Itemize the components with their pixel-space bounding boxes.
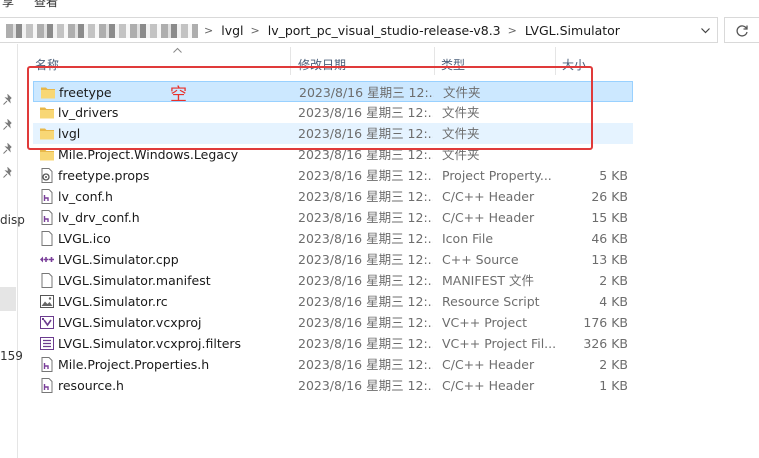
file-type: Icon File [442, 231, 494, 246]
file-size: 5 KB [599, 168, 628, 183]
breadcrumb: > lvgl > lv_port_pc_visual_studio-releas… [200, 23, 623, 38]
ico-file-icon [41, 231, 53, 246]
file-type: C/C++ Header [442, 357, 535, 372]
blurred-path-segment [6, 24, 198, 38]
file-date: 2023/8/16 星期三 12:... [298, 231, 433, 246]
file-date: 2023/8/16 星期三 12:... [298, 273, 433, 288]
file-name: LVGL.ico [58, 231, 111, 246]
navigation-pane: disp 159 [0, 44, 25, 458]
cpp-file-icon [40, 256, 54, 263]
file-date: 2023/8/16 星期三 12:... [298, 252, 433, 267]
sort-ascending-icon [173, 47, 182, 53]
file-row-lvgl-simulator-manifest[interactable]: LVGL.Simulator.manifest 2023/8/16 星期三 12… [33, 270, 633, 291]
file-type: C/C++ Header [442, 189, 535, 204]
file-name: lv_conf.h [58, 189, 113, 204]
file-type: C/C++ Header [442, 210, 535, 225]
file-type: Resource Script [442, 294, 540, 309]
file-name: LVGL.Simulator.manifest [58, 273, 211, 288]
vcxproj-file-icon [40, 316, 54, 329]
nav-item-selected[interactable] [0, 287, 16, 311]
file-size: 4 KB [599, 294, 628, 309]
file-date: 2023/8/16 星期三 12:... [298, 378, 433, 393]
address-bar[interactable]: > lvgl > lv_port_pc_visual_studio-releas… [0, 17, 718, 43]
file-name: freetype.props [58, 168, 150, 183]
nav-item-fragment[interactable]: disp [0, 213, 25, 227]
file-size: 176 KB [583, 315, 628, 330]
pin-icon[interactable] [2, 119, 14, 131]
header-file-icon [41, 378, 53, 393]
file-date: 2023/8/16 星期三 12:... [298, 315, 433, 330]
address-history-button[interactable] [696, 22, 714, 39]
breadcrumb-separator-icon[interactable]: > [200, 24, 218, 37]
file-row-lvgl-ico[interactable]: LVGL.ico 2023/8/16 星期三 12:... Icon File … [33, 228, 633, 249]
file-size: 26 KB [591, 189, 628, 204]
file-name: lv_drv_conf.h [58, 210, 140, 225]
annotation-label: 空 [170, 85, 187, 105]
file-date: 2023/8/16 星期三 12:... [298, 189, 433, 204]
pin-icon[interactable] [2, 143, 14, 155]
breadcrumb-release-folder[interactable]: lv_port_pc_visual_studio-release-v8.3 [265, 23, 504, 38]
breadcrumb-lvgl[interactable]: lvgl [218, 23, 246, 38]
refresh-icon [736, 25, 748, 37]
file-type: C/C++ Header [442, 378, 535, 393]
file-size: 13 KB [591, 252, 628, 267]
breadcrumb-separator-icon[interactable]: > [247, 24, 265, 37]
ribbon-fragment-view[interactable]: 查看 [34, 0, 58, 8]
file-name: LVGL.Simulator.vcxproj.filters [58, 336, 242, 351]
file-type: MANIFEST 文件 [442, 273, 535, 288]
header-file-icon [41, 189, 53, 204]
file-size: 326 KB [583, 336, 628, 351]
file-name: resource.h [58, 378, 124, 393]
file-row-freetype-props[interactable]: freetype.props 2023/8/16 星期三 12:... Proj… [33, 165, 633, 186]
file-name: LVGL.Simulator.rc [58, 294, 168, 309]
file-name: Mile.Project.Properties.h [58, 357, 210, 372]
file-type: VC++ Project Fil... [442, 336, 557, 351]
file-row-lvgl-simulator-rc[interactable]: LVGL.Simulator.rc 2023/8/16 星期三 12:... R… [33, 291, 633, 312]
file-row-mile-project-properties-h[interactable]: Mile.Project.Properties.h 2023/8/16 星期三 … [33, 354, 633, 375]
file-size: 15 KB [591, 210, 628, 225]
file-row-lv-drv-conf-h[interactable]: lv_drv_conf.h 2023/8/16 星期三 12:... C/C++… [33, 207, 633, 228]
file-size: 1 KB [599, 378, 628, 393]
breadcrumb-separator-icon[interactable]: > [504, 24, 522, 37]
refresh-button[interactable] [724, 17, 759, 43]
file-date: 2023/8/16 星期三 12:... [298, 210, 433, 225]
file-row-lvgl-simulator-cpp[interactable]: LVGL.Simulator.cpp 2023/8/16 星期三 12:... … [33, 249, 633, 270]
filters-file-icon [40, 337, 54, 350]
props-file-icon [41, 168, 53, 183]
file-size: 46 KB [591, 231, 628, 246]
nav-item-fragment[interactable]: 159 [0, 349, 23, 363]
pin-icon[interactable] [2, 94, 14, 106]
file-size: 2 KB [599, 357, 628, 372]
ribbon-fragment-share[interactable]: 享 [2, 0, 14, 8]
rc-file-icon [40, 295, 54, 308]
file-name: LVGL.Simulator.cpp [58, 252, 179, 267]
ribbon-strip: 享 查看 [0, 0, 759, 8]
file-row-lv-conf-h[interactable]: lv_conf.h 2023/8/16 星期三 12:... C/C++ Hea… [33, 186, 633, 207]
file-row-lvgl-simulator-vcxproj-filters[interactable]: LVGL.Simulator.vcxproj.filters 2023/8/16… [33, 333, 633, 354]
file-date: 2023/8/16 星期三 12:... [298, 168, 433, 183]
file-date: 2023/8/16 星期三 12:... [298, 336, 433, 351]
file-size: 2 KB [599, 273, 628, 288]
file-name: LVGL.Simulator.vcxproj [58, 315, 202, 330]
chevron-down-icon [701, 28, 710, 34]
annotation-highlight-box [27, 66, 593, 150]
file-row-resource-h[interactable]: resource.h 2023/8/16 星期三 12:... C/C++ He… [33, 375, 633, 396]
file-type: C++ Source [442, 252, 519, 267]
file-row-lvgl-simulator-vcxproj[interactable]: LVGL.Simulator.vcxproj 2023/8/16 星期三 12:… [33, 312, 633, 333]
file-type: Project Property... [442, 168, 552, 183]
header-file-icon [41, 210, 53, 225]
file-date: 2023/8/16 星期三 12:... [298, 294, 433, 309]
file-type: VC++ Project [442, 315, 527, 330]
file-date: 2023/8/16 星期三 12:... [298, 357, 433, 372]
pin-icon[interactable] [2, 167, 14, 179]
generic-file-icon [41, 273, 53, 288]
header-file-icon [41, 357, 53, 372]
breadcrumb-current-folder[interactable]: LVGL.Simulator [522, 23, 623, 38]
